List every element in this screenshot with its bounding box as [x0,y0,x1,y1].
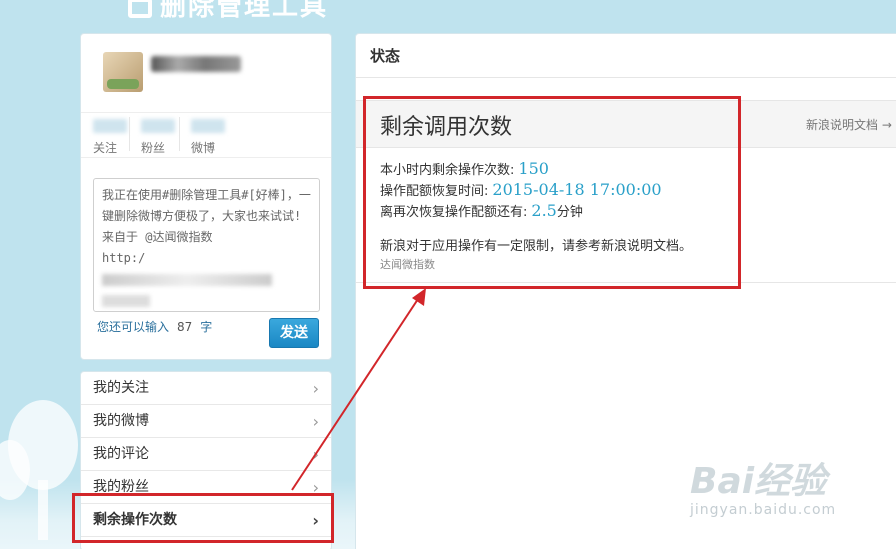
baidu-watermark: Bai经验 jingyan.baidu.com [690,452,836,518]
watermark-url: jingyan.baidu.com [690,502,837,518]
watermark-logo-text: Bai经验 [690,461,827,502]
arrow-line [291,295,421,491]
